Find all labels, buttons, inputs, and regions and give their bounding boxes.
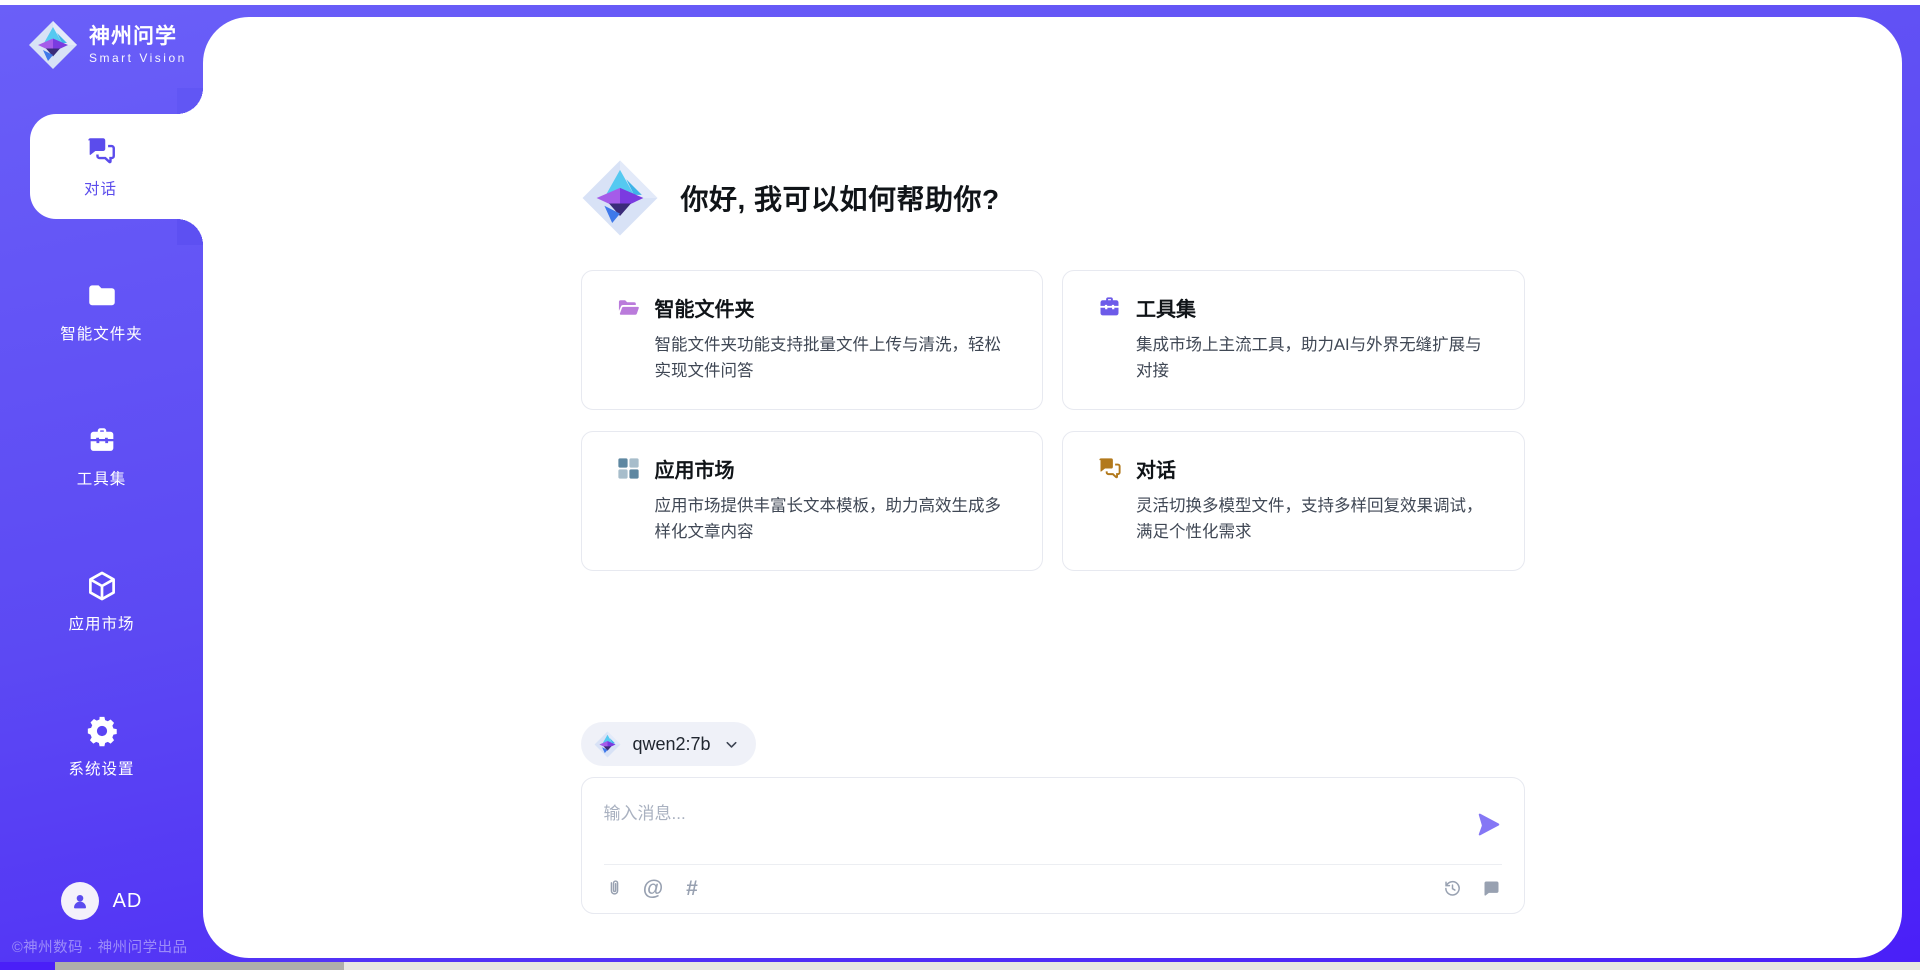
- card-title: 对话: [1136, 454, 1176, 483]
- card-title: 智能文件夹: [655, 293, 755, 322]
- sidebar-item-label: 应用市场: [68, 612, 134, 634]
- sidebar-item-label: 对话: [84, 177, 117, 199]
- model-selector[interactable]: qwen2:7b: [581, 722, 756, 766]
- toolbox-icon: [1096, 294, 1123, 321]
- avatar: [61, 882, 99, 920]
- chat-icon: [1096, 455, 1123, 482]
- user-initials: AD: [113, 890, 143, 913]
- card-description: 应用市场提供丰富长文本模板，助力高效生成多样化文章内容: [655, 493, 1017, 546]
- sidebar-item-label: 系统设置: [68, 757, 134, 779]
- greeting-title: 你好, 我可以如何帮助你?: [681, 178, 1000, 218]
- model-name: qwen2:7b: [633, 734, 711, 755]
- message-composer: @ #: [581, 777, 1525, 914]
- history-icon: [1442, 878, 1463, 899]
- mention-button[interactable]: @: [643, 878, 664, 899]
- send-button[interactable]: [1475, 811, 1502, 838]
- card-chat[interactable]: 对话 灵活切换多模型文件，支持多样回复效果调试，满足个性化需求: [1062, 431, 1525, 571]
- hash-icon: #: [686, 878, 698, 899]
- scrollbar-thumb[interactable]: [55, 962, 344, 970]
- main-panel: 你好, 我可以如何帮助你? 智能文件夹 智能文件夹功能支持批量文件上传与清洗，轻…: [203, 17, 1902, 958]
- card-title: 工具集: [1136, 293, 1196, 322]
- gear-icon: [85, 714, 119, 748]
- card-toolset[interactable]: 工具集 集成市场上主流工具，助力AI与外界无缝扩展与对接: [1062, 270, 1525, 410]
- brand-diamond-icon: [581, 159, 659, 237]
- send-icon: [1475, 811, 1502, 838]
- feature-cards: 智能文件夹 智能文件夹功能支持批量文件上传与清洗，轻松实现文件问答 工具集 集成…: [581, 270, 1525, 571]
- chat-bubble-icon: [1481, 878, 1502, 899]
- at-icon: @: [643, 878, 663, 899]
- brand: 神州问学 Smart Vision: [0, 0, 203, 70]
- brand-name-en: Smart Vision: [89, 51, 187, 65]
- cube-icon: [85, 569, 119, 603]
- card-description: 灵活切换多模型文件，支持多样回复效果调试，满足个性化需求: [1136, 493, 1498, 546]
- sidebar-footer: ©神州数码 · 神州问学出品: [12, 936, 188, 957]
- card-app-market[interactable]: 应用市场 应用市场提供丰富长文本模板，助力高效生成多样化文章内容: [581, 431, 1044, 571]
- greeting: 你好, 我可以如何帮助你?: [581, 159, 1525, 237]
- model-diamond-icon: [594, 731, 621, 758]
- paperclip-icon: [604, 878, 625, 899]
- sidebar-item-smart-folder[interactable]: 智能文件夹: [0, 259, 203, 364]
- new-chat-button[interactable]: [1481, 878, 1502, 899]
- folder-open-icon: [615, 294, 642, 321]
- scrollbar-corner: [0, 962, 55, 970]
- person-icon: [69, 890, 91, 912]
- chat-icon: [84, 134, 118, 168]
- grid-icon: [615, 455, 642, 482]
- sidebar-item-toolset[interactable]: 工具集: [0, 404, 203, 509]
- card-description: 智能文件夹功能支持批量文件上传与清洗，轻松实现文件问答: [655, 332, 1017, 385]
- folder-icon: [85, 279, 119, 313]
- chevron-down-icon: [723, 736, 740, 753]
- attach-file-button[interactable]: [604, 878, 625, 899]
- sidebar-item-chat[interactable]: 对话: [30, 114, 203, 219]
- sidebar-item-label: 工具集: [77, 467, 127, 489]
- card-description: 集成市场上主流工具，助力AI与外界无缝扩展与对接: [1136, 332, 1498, 385]
- main-content: 你好, 我可以如何帮助你? 智能文件夹 智能文件夹功能支持批量文件上传与清洗，轻…: [581, 17, 1525, 958]
- message-input[interactable]: [604, 793, 1461, 855]
- sidebar-item-app-market[interactable]: 应用市场: [0, 549, 203, 654]
- sidebar: 神州问学 Smart Vision 对话 智能文件夹 工具集 应用市场 系统设置: [0, 0, 203, 970]
- card-title: 应用市场: [655, 454, 735, 483]
- hashtag-button[interactable]: #: [682, 878, 703, 899]
- sidebar-nav: 对话 智能文件夹 工具集 应用市场 系统设置: [0, 114, 203, 839]
- brand-diamond-icon: [28, 20, 78, 70]
- model-selector-row: qwen2:7b: [581, 722, 1525, 766]
- horizontal-scrollbar[interactable]: [0, 962, 1920, 970]
- card-smart-folder[interactable]: 智能文件夹 智能文件夹功能支持批量文件上传与清洗，轻松实现文件问答: [581, 270, 1044, 410]
- toolbox-icon: [85, 424, 119, 458]
- brand-name-cn: 神州问学: [89, 25, 187, 49]
- sidebar-item-settings[interactable]: 系统设置: [0, 694, 203, 799]
- history-button[interactable]: [1442, 878, 1463, 899]
- sidebar-item-label: 智能文件夹: [60, 322, 143, 344]
- user-chip[interactable]: AD: [0, 882, 203, 920]
